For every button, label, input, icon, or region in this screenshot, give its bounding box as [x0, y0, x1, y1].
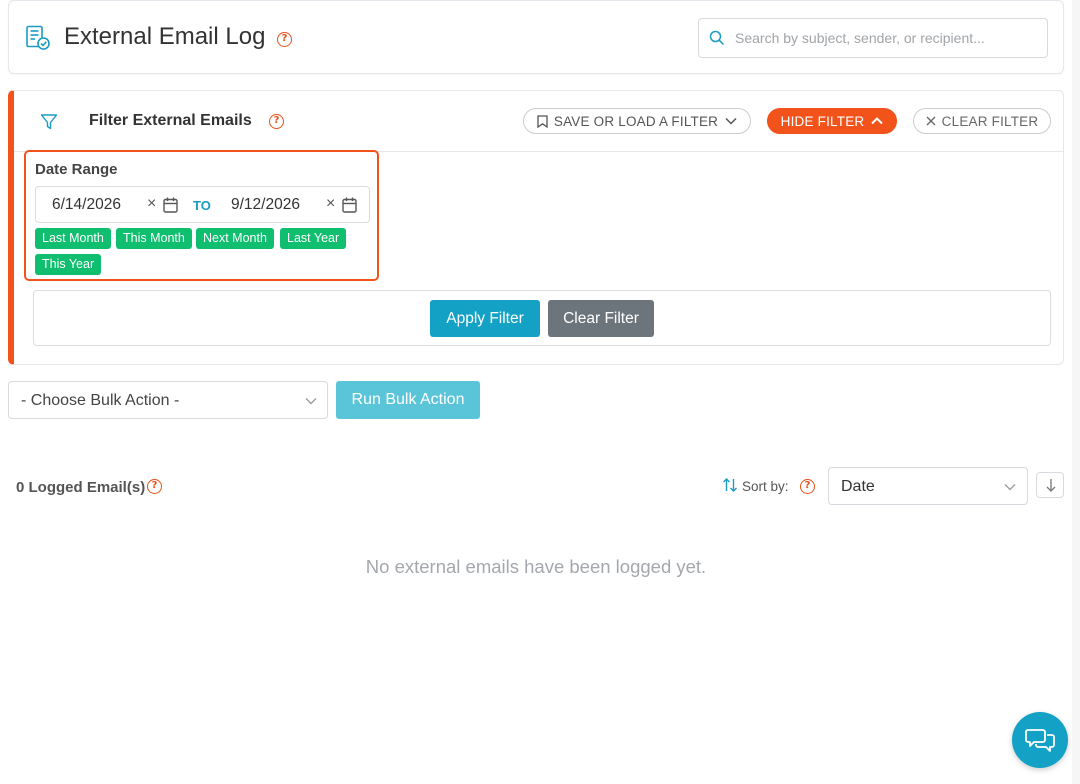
clear-to-date-icon[interactable]: × [326, 195, 335, 213]
chevron-down-icon [305, 398, 317, 405]
clear-filter-button[interactable]: Clear Filter [548, 300, 654, 337]
sort-by-select[interactable]: Date [828, 467, 1028, 505]
empty-state-message: No external emails have been logged yet. [365, 556, 707, 577]
help-icon[interactable]: ? [277, 32, 292, 47]
clear-from-date-icon[interactable]: × [147, 195, 156, 213]
filter-panel: Filter External Emails ? SAVE OR LOAD A … [8, 90, 1064, 365]
page-scrollbar[interactable] [1072, 0, 1080, 784]
sort-by-value: Date [841, 478, 875, 495]
quick-range-next-month[interactable]: Next Month [196, 228, 274, 249]
help-icon[interactable]: ? [269, 114, 284, 129]
hide-filter-button[interactable]: HIDE FILTER [767, 108, 897, 134]
date-range-inputs: 6/14/2026 × TO 9/12/2026 × [35, 186, 370, 223]
apply-filter-button[interactable]: Apply Filter [430, 300, 540, 337]
sort-direction-button[interactable] [1036, 472, 1064, 498]
chevron-up-icon [871, 117, 884, 125]
filter-header: Filter External Emails ? SAVE OR LOAD A … [14, 91, 1063, 152]
filter-funnel-icon [40, 114, 58, 130]
close-icon [926, 116, 936, 126]
date-range-box: Date Range 6/14/2026 × TO 9/12/2026 × La… [24, 150, 379, 281]
search-input[interactable] [735, 27, 1035, 49]
calendar-icon[interactable] [342, 197, 357, 213]
page-title: External Email Log [64, 23, 266, 50]
date-to-separator: TO [193, 198, 211, 213]
quick-range-this-year[interactable]: This Year [35, 254, 102, 275]
clear-filter-top-button[interactable]: CLEAR FILTER [913, 108, 1051, 134]
chat-icon [1025, 729, 1055, 752]
filter-title: Filter External Emails [89, 112, 252, 129]
chevron-down-icon [725, 117, 737, 125]
date-to-input[interactable]: 9/12/2026 [231, 196, 300, 214]
search-box[interactable] [698, 18, 1048, 58]
bookmark-icon [537, 114, 548, 128]
bulk-action-select[interactable]: - Choose Bulk Action - [8, 381, 328, 419]
quick-range-last-year[interactable]: Last Year [280, 228, 347, 249]
quick-range-last-month[interactable]: Last Month [35, 228, 111, 249]
quick-range-this-month[interactable]: This Month [116, 228, 192, 249]
chat-widget-button[interactable] [1012, 712, 1068, 768]
date-from-input[interactable]: 6/14/2026 [52, 196, 121, 214]
search-icon [709, 30, 725, 46]
arrow-down-icon [1046, 479, 1056, 492]
bulk-action-value: - Choose Bulk Action - [21, 392, 180, 409]
help-icon[interactable]: ? [800, 479, 815, 494]
sort-by-label: Sort by: [742, 479, 789, 494]
logged-email-count: 0 Logged Email(s) [16, 479, 146, 496]
sort-icon [723, 478, 737, 492]
calendar-icon[interactable] [163, 197, 178, 213]
clear-filter-top-label: CLEAR FILTER [941, 113, 1039, 129]
hide-filter-label: HIDE FILTER [780, 113, 865, 129]
email-log-icon [26, 25, 50, 50]
run-bulk-action-button[interactable]: Run Bulk Action [336, 381, 480, 419]
save-load-filter-button[interactable]: SAVE OR LOAD A FILTER [523, 108, 751, 134]
save-load-filter-label: SAVE OR LOAD A FILTER [553, 113, 719, 129]
date-range-label: Date Range [35, 161, 118, 178]
filter-actions: Apply Filter Clear Filter [33, 290, 1051, 346]
page-header: External Email Log ? [8, 0, 1064, 74]
help-icon[interactable]: ? [147, 479, 162, 494]
chevron-down-icon [1004, 484, 1016, 491]
